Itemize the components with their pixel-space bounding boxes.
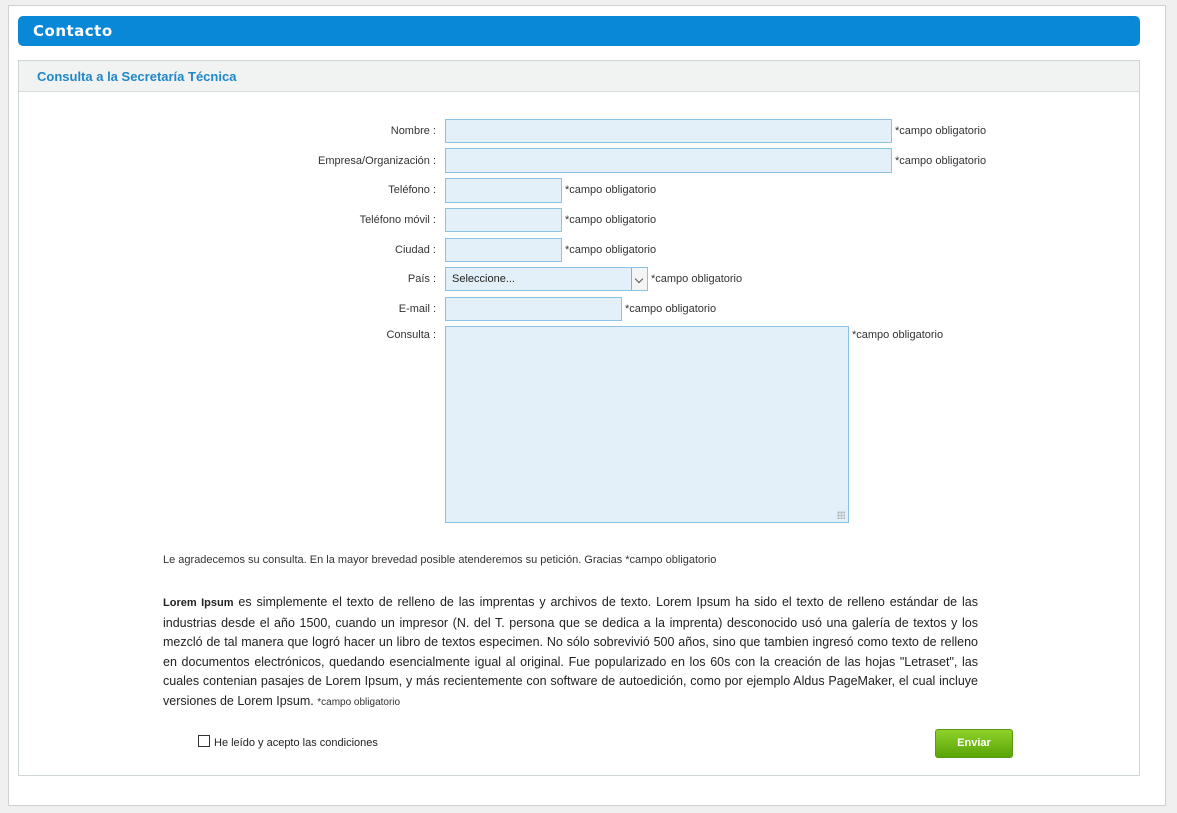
- panel-header: Consulta a la Secretaría Técnica: [19, 61, 1139, 92]
- email-label: E-mail :: [398, 303, 436, 315]
- conditions-text: Lorem Ipsum es simplemente el texto de r…: [163, 593, 978, 712]
- submit-button[interactable]: Enviar: [935, 729, 1013, 758]
- pais-select[interactable]: Seleccione...: [445, 267, 648, 291]
- email-required: *campo obligatorio: [625, 303, 717, 315]
- telefono-label: Teléfono :: [388, 184, 436, 196]
- resize-grip-icon[interactable]: [837, 511, 845, 519]
- ciudad-label: Ciudad :: [395, 244, 436, 256]
- thanks-note: Le agradecemos su consulta. En la mayor …: [163, 554, 717, 566]
- nombre-input[interactable]: [445, 119, 892, 143]
- movil-label: Teléfono móvil :: [359, 214, 436, 226]
- nombre-required: *campo obligatorio: [895, 125, 987, 137]
- consulta-textarea[interactable]: [445, 326, 849, 523]
- page-header: Contacto: [18, 16, 1140, 46]
- empresa-input[interactable]: [445, 148, 892, 173]
- panel-title: Consulta a la Secretaría Técnica: [37, 69, 237, 84]
- email-input[interactable]: [445, 297, 622, 321]
- consulta-label: Consulta :: [386, 329, 436, 341]
- ciudad-input[interactable]: [445, 238, 562, 262]
- ciudad-required: *campo obligatorio: [565, 244, 657, 256]
- conditions-bold: Lorem Ipsum: [163, 597, 234, 609]
- nombre-label: Nombre :: [390, 125, 436, 137]
- pais-selected-value: Seleccione...: [452, 273, 515, 285]
- empresa-label: Empresa/Organización :: [318, 155, 436, 167]
- empresa-required: *campo obligatorio: [895, 155, 987, 167]
- terms-checkbox[interactable]: [198, 735, 210, 747]
- telefono-required: *campo obligatorio: [565, 184, 657, 196]
- pais-label: País :: [407, 273, 436, 285]
- chevron-down-icon[interactable]: [631, 268, 647, 290]
- pais-required: *campo obligatorio: [651, 273, 743, 285]
- conditions-body: es simplemente el texto de relleno de la…: [163, 595, 978, 708]
- consulta-required: *campo obligatorio: [852, 329, 944, 341]
- movil-required: *campo obligatorio: [565, 214, 657, 226]
- telefono-input[interactable]: [445, 178, 562, 203]
- page-title: Contacto: [33, 22, 113, 40]
- terms-label[interactable]: He leído y acepto las condiciones: [214, 737, 378, 749]
- conditions-required: *campo obligatorio: [317, 696, 401, 708]
- movil-input[interactable]: [445, 208, 562, 232]
